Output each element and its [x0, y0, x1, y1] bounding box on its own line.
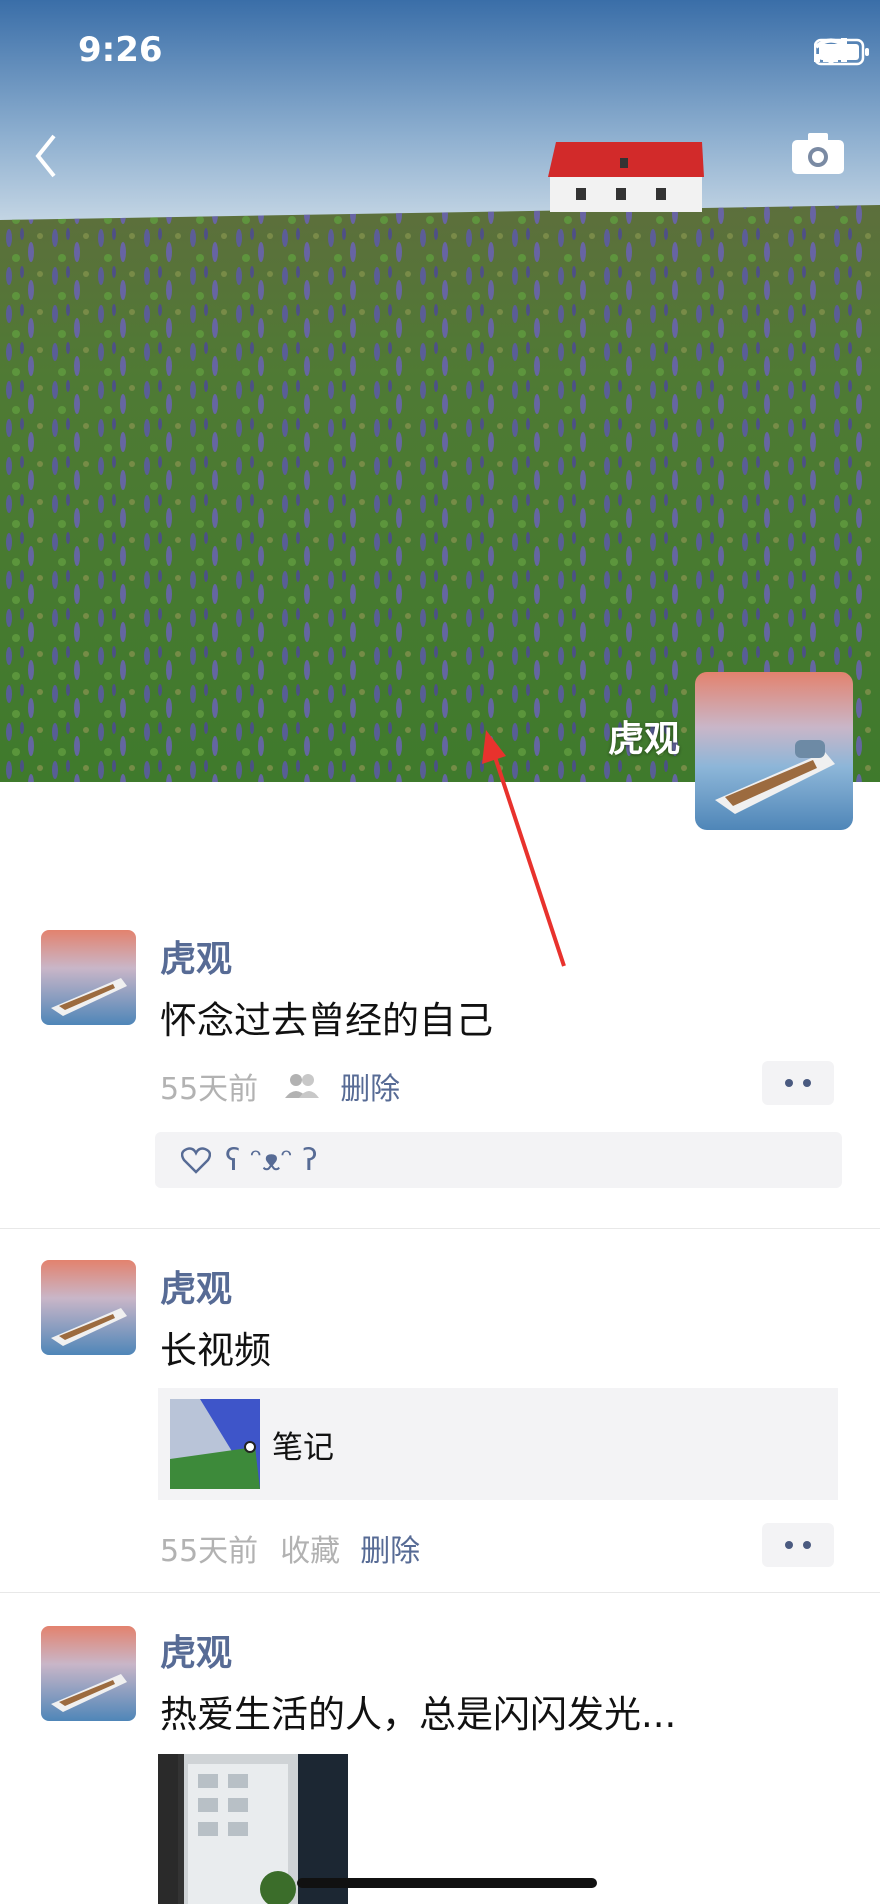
delete-link[interactable]: 删除 — [340, 1064, 400, 1108]
post-avatar[interactable] — [41, 1626, 136, 1721]
link-thumbnail — [170, 1399, 260, 1489]
profile-avatar[interactable] — [695, 672, 853, 830]
favorite-label: 收藏 — [280, 1534, 341, 1569]
post-author[interactable]: 虎观 — [160, 1624, 232, 1676]
post-text: 长视频 — [160, 1329, 271, 1372]
more-icon[interactable] — [762, 1061, 834, 1105]
heart-icon — [181, 1146, 211, 1174]
back-icon[interactable] — [26, 126, 66, 186]
cover-photo[interactable]: 9:26 虎观 — [0, 0, 880, 782]
post-time: 55天前 — [160, 1534, 259, 1569]
post-meta: 55天前 删除 — [160, 1064, 400, 1108]
delete-link[interactable]: 删除 — [360, 1526, 420, 1570]
home-indicator[interactable] — [297, 1878, 597, 1888]
status-time: 9:26 — [78, 30, 163, 70]
post-author[interactable]: 虎观 — [160, 930, 232, 982]
post-divider — [0, 1592, 880, 1593]
like-user[interactable]: ʕ ᵔᴥᵔ ʔ — [225, 1143, 318, 1178]
post-meta: 55天前 收藏 删除 — [160, 1526, 420, 1570]
post-time: 55天前 — [160, 1072, 259, 1107]
shared-link-card[interactable]: 笔记 — [158, 1388, 838, 1500]
camera-icon[interactable] — [790, 130, 846, 176]
friends-visibility-icon[interactable] — [284, 1073, 320, 1099]
post-avatar[interactable] — [41, 1260, 136, 1355]
annotation-arrow — [482, 730, 566, 967]
profile-username: 虎观 — [607, 719, 680, 760]
post-text: 热爱生活的人，总是闪闪发光... — [160, 1693, 677, 1736]
likes-bar: ʕ ᵔᴥᵔ ʔ — [155, 1132, 842, 1188]
post-divider — [0, 1228, 880, 1229]
link-title: 笔记 — [272, 1429, 334, 1466]
post-text: 怀念过去曾经的自己 — [160, 999, 493, 1042]
post-author[interactable]: 虎观 — [160, 1260, 232, 1312]
status-bar: 9:26 — [0, 0, 880, 100]
post-avatar[interactable] — [41, 930, 136, 1025]
more-icon[interactable] — [762, 1523, 834, 1567]
